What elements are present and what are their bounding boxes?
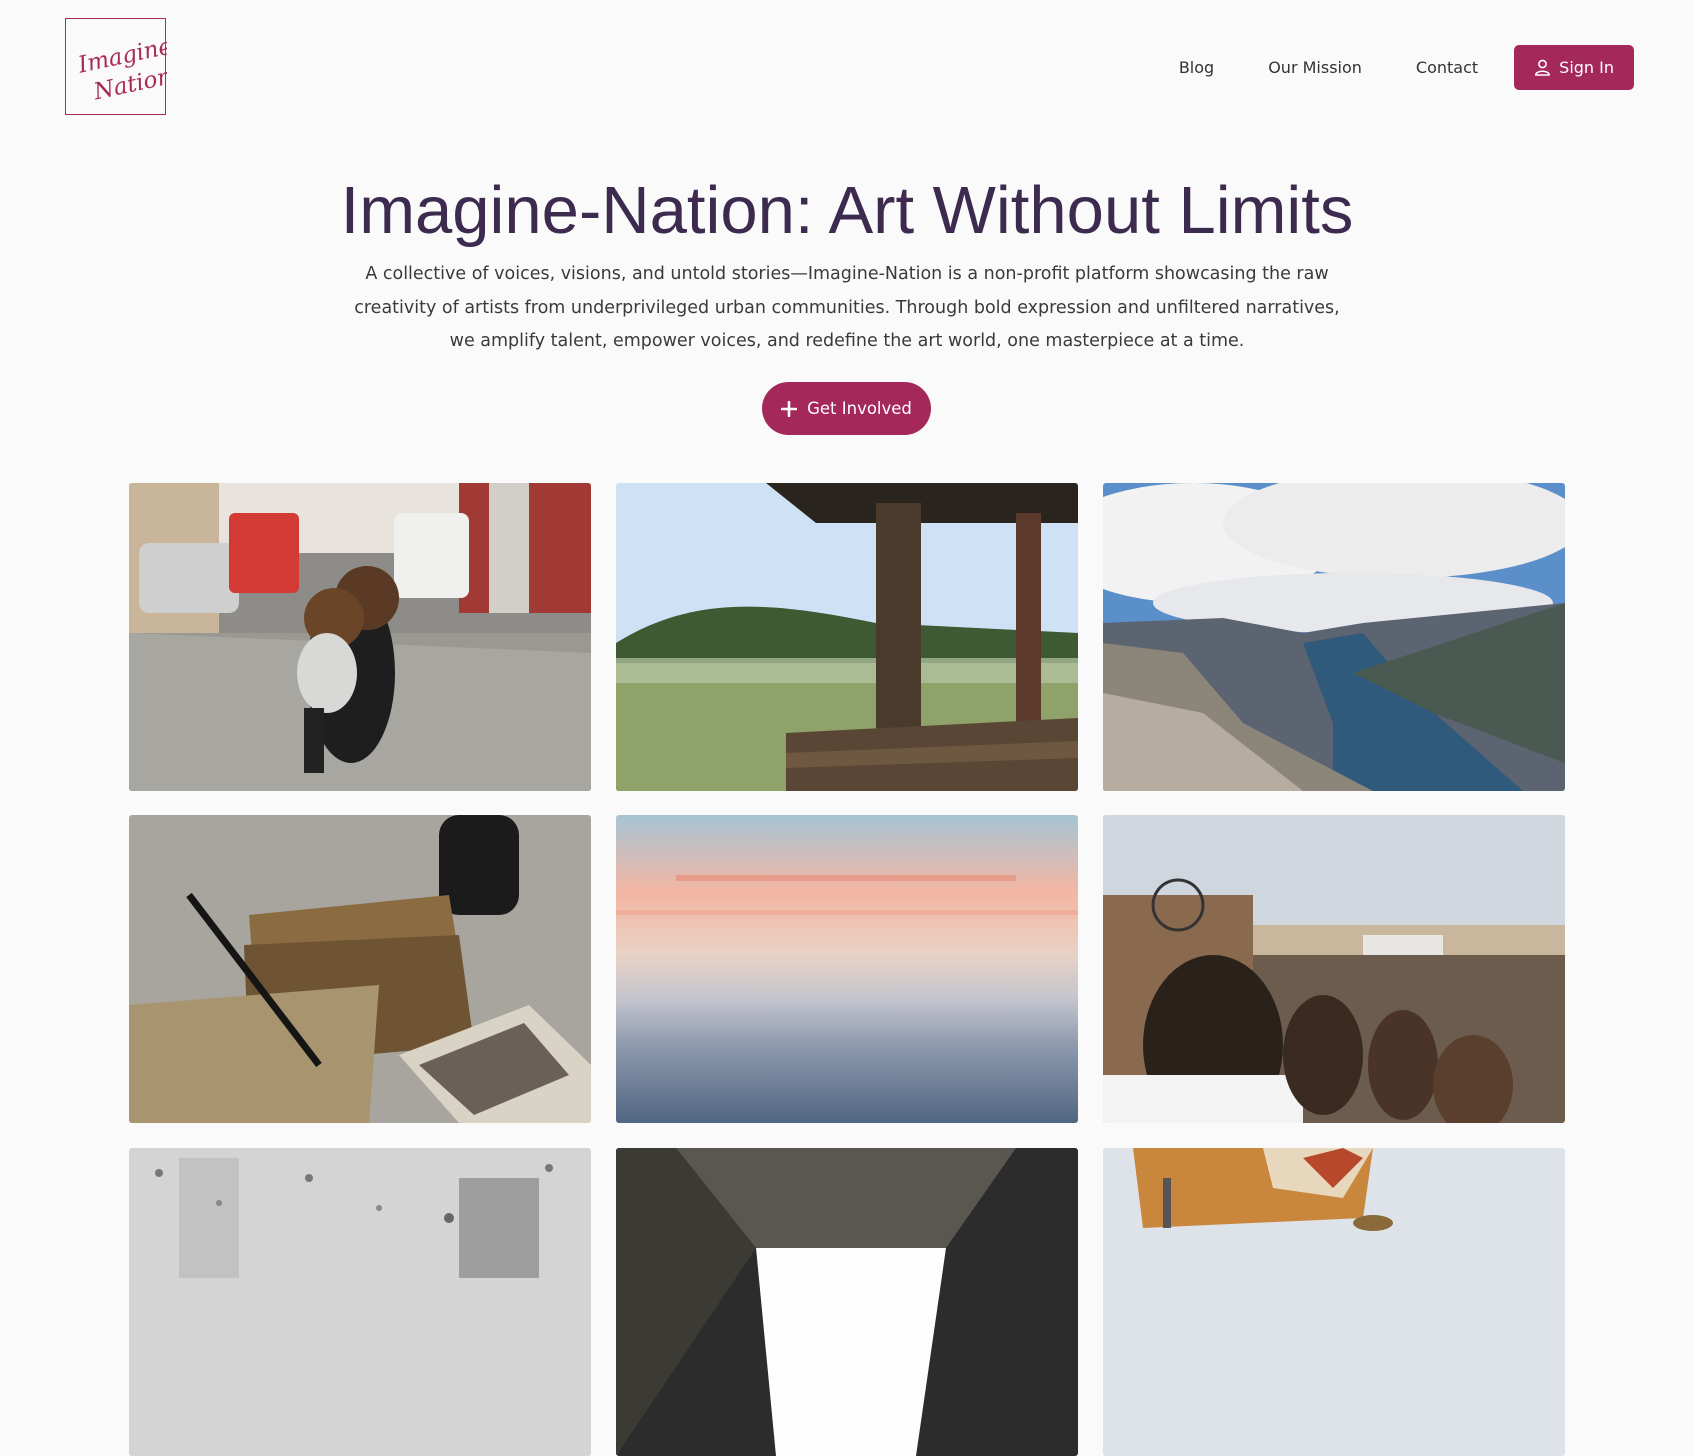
gallery-image-mother-child[interactable] (129, 483, 591, 791)
page-title: Imagine-Nation: Art Without Limits (340, 173, 1354, 248)
hero-description: A collective of voices, visions, and unt… (354, 264, 1340, 351)
sign-in-button[interactable]: Sign In (1514, 45, 1634, 90)
gallery-image-old-letters[interactable] (129, 815, 591, 1123)
gallery-image-lake-pier[interactable] (616, 483, 1078, 791)
gallery-image-looking-up[interactable] (616, 1148, 1078, 1456)
gallery-image-raindrops[interactable] (129, 1148, 591, 1456)
logo-script-icon: Imagine Nation (75, 33, 167, 105)
gallery-image-sunset-sea[interactable] (616, 815, 1078, 1123)
gallery-image-fjord[interactable] (1103, 483, 1565, 791)
logo[interactable]: Imagine Nation (65, 18, 167, 115)
nav-contact[interactable]: Contact (1416, 58, 1478, 77)
site-header: Imagine Nation Blog Our Mission Contact … (0, 0, 1694, 140)
main-nav: Blog Our Mission Contact Sign In (1179, 45, 1634, 90)
gallery-image-pier-crowd[interactable] (1103, 815, 1565, 1123)
sign-in-label: Sign In (1559, 58, 1614, 77)
get-involved-button[interactable]: Get Involved (762, 382, 931, 435)
plus-icon (781, 400, 798, 417)
nav-our-mission[interactable]: Our Mission (1268, 58, 1362, 77)
get-involved-label: Get Involved (807, 399, 912, 418)
gallery-image-blankets[interactable] (1103, 1148, 1565, 1456)
user-icon (1535, 59, 1551, 76)
nav-blog[interactable]: Blog (1179, 58, 1214, 77)
